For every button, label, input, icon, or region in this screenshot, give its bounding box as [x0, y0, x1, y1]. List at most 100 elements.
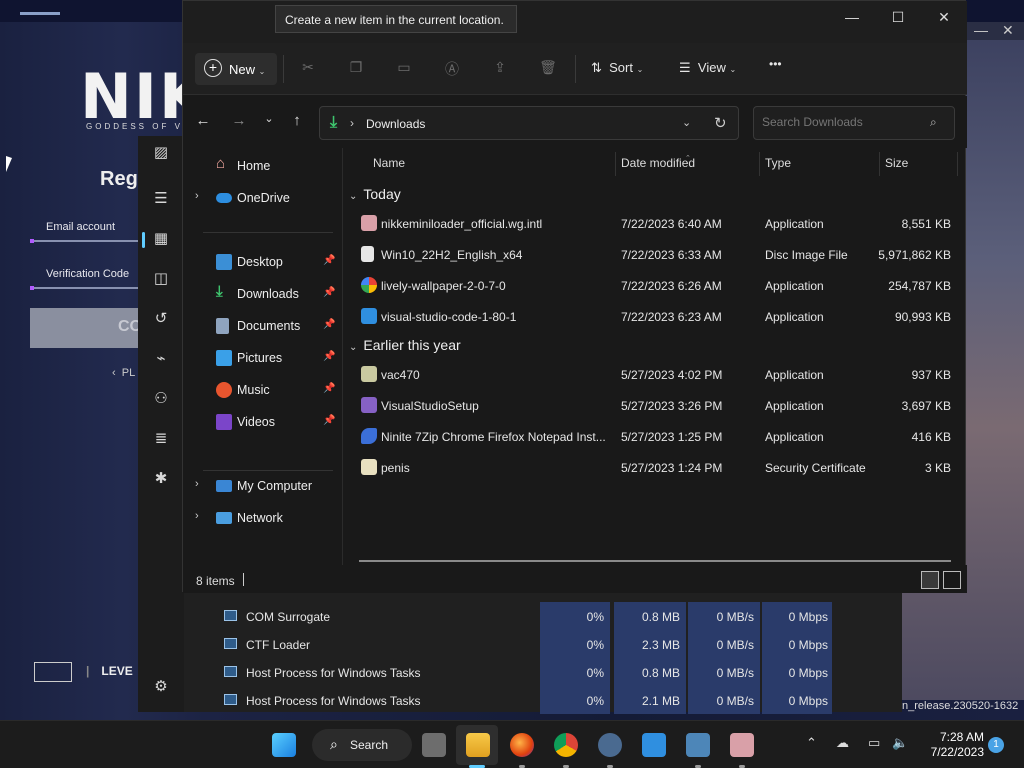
- game-continue-button[interactable]: CO: [30, 308, 142, 348]
- image-icon[interactable]: ▨: [152, 144, 170, 162]
- address-dropdown-icon[interactable]: ⌄: [682, 116, 691, 129]
- pin-icon[interactable]: 📌: [323, 383, 335, 394]
- new-button[interactable]: + New ⌄: [195, 53, 277, 85]
- group-header-today[interactable]: ⌄ Today: [349, 186, 401, 202]
- back-arrow-icon[interactable]: ←: [193, 112, 213, 132]
- nav-item-videos[interactable]: Videos 📌: [183, 408, 343, 436]
- nav-item-music[interactable]: Music 📌: [183, 376, 343, 404]
- volume-icon[interactable]: 🔈: [892, 735, 908, 751]
- column-header-name[interactable]: Name: [373, 156, 405, 170]
- table-row[interactable]: Host Process for Windows Tasks 0% 0.8 MB…: [184, 658, 902, 686]
- users-icon[interactable]: ⚇: [152, 390, 170, 408]
- nav-item-documents[interactable]: Documents 📌: [183, 312, 343, 340]
- pin-icon[interactable]: 📌: [323, 319, 335, 330]
- copy-icon[interactable]: ❐: [347, 59, 365, 77]
- taskbar-search-button[interactable]: ⌕ Search: [312, 729, 412, 761]
- table-row[interactable]: Host Process for Windows Tasks 0% 2.1 MB…: [184, 686, 902, 714]
- system-clock[interactable]: 7:28 AM 7/22/2023: [924, 730, 984, 760]
- show-hidden-icons-chevron-icon[interactable]: ⌃: [806, 735, 817, 751]
- app-history-icon[interactable]: ↺: [152, 310, 170, 328]
- settings-gear-icon[interactable]: [598, 733, 622, 757]
- notification-badge[interactable]: 1: [988, 737, 1004, 753]
- network-status-icon[interactable]: ▭: [868, 735, 880, 751]
- horizontal-scrollbar[interactable]: [359, 560, 951, 562]
- rename-icon[interactable]: Ⓐ: [443, 59, 461, 77]
- expand-chevron-icon[interactable]: ›: [195, 510, 199, 522]
- breadcrumb[interactable]: Downloads: [366, 117, 425, 131]
- file-explorer-icon[interactable]: [466, 733, 490, 757]
- start-windows-icon[interactable]: [272, 733, 296, 757]
- cloud-sync-icon[interactable]: ☁: [836, 735, 849, 751]
- more-options-icon[interactable]: •••: [769, 57, 782, 71]
- nav-item-desktop[interactable]: Desktop 📌: [183, 248, 343, 276]
- settings-gear-icon[interactable]: ⚙: [152, 678, 170, 696]
- delete-icon[interactable]: 🗑: [539, 59, 557, 77]
- pin-icon[interactable]: 📌: [323, 351, 335, 362]
- group-header-earlier-this-year[interactable]: ⌄ Earlier this year: [349, 337, 461, 353]
- column-divider[interactable]: [957, 152, 958, 176]
- file-row[interactable]: vac470 5/27/2023 4:02 PM Application 937…: [355, 360, 959, 388]
- refresh-icon[interactable]: ↻: [714, 114, 727, 132]
- file-row[interactable]: lively-wallpaper-2-0-7-0 7/22/2023 6:26 …: [355, 271, 959, 299]
- pin-icon[interactable]: 📌: [323, 287, 335, 298]
- verification-code-input[interactable]: [30, 286, 140, 290]
- pin-icon[interactable]: 📌: [323, 415, 335, 426]
- table-row[interactable]: CTF Loader 0% 2.3 MB 0 MB/s 0 Mbps: [184, 630, 902, 658]
- file-row[interactable]: penis 5/27/2023 1:24 PM Security Certifi…: [355, 453, 959, 481]
- nav-item-my-computer[interactable]: › My Computer: [183, 472, 343, 500]
- pin-icon[interactable]: 📌: [323, 255, 335, 266]
- expand-chevron-icon[interactable]: ›: [195, 478, 199, 490]
- search-icon[interactable]: ⌕: [930, 115, 937, 130]
- address-bar[interactable]: ⤓ › Downloads ⌄ ↻: [319, 106, 739, 140]
- column-header-date[interactable]: Date modified: [621, 156, 695, 170]
- column-divider[interactable]: [615, 152, 616, 176]
- file-row[interactable]: nikkeminiloader_official.wg.intl 7/22/20…: [355, 209, 959, 237]
- nikke-app-icon[interactable]: [730, 733, 754, 757]
- share-icon[interactable]: ⇪: [491, 59, 509, 77]
- details-view-icon[interactable]: [921, 571, 939, 589]
- sort-button[interactable]: ⇅ Sort ⌄: [591, 60, 643, 76]
- search-input[interactable]: [762, 115, 922, 129]
- game-back-link[interactable]: ‹ PL: [112, 367, 135, 379]
- column-header-type[interactable]: Type: [765, 156, 791, 170]
- nav-item-onedrive[interactable]: › OneDrive: [183, 184, 343, 212]
- game-minimize-icon[interactable]: —: [974, 22, 988, 38]
- close-icon[interactable]: ✕: [929, 9, 959, 29]
- file-row[interactable]: visual-studio-code-1-80-1 7/22/2023 6:23…: [355, 302, 959, 330]
- details-icon[interactable]: ≣: [152, 430, 170, 448]
- processes-icon[interactable]: ▦: [152, 230, 170, 248]
- large-icons-view-icon[interactable]: [943, 571, 961, 589]
- services-icon[interactable]: ✱: [152, 470, 170, 488]
- hamburger-menu-icon[interactable]: ☰: [152, 190, 170, 208]
- firefox-icon[interactable]: [510, 733, 534, 757]
- game-close-icon[interactable]: ✕: [1002, 22, 1014, 39]
- paste-icon[interactable]: ▭: [395, 59, 413, 77]
- task-manager-icon[interactable]: [686, 733, 710, 757]
- file-row[interactable]: Ninite 7Zip Chrome Firefox Notepad Inst.…: [355, 422, 959, 450]
- nav-item-downloads[interactable]: ⤓ Downloads 📌: [183, 280, 343, 308]
- vscode-icon[interactable]: [642, 733, 666, 757]
- chrome-icon[interactable]: [554, 733, 578, 757]
- startup-apps-icon[interactable]: ⌁: [152, 350, 170, 368]
- column-header-size[interactable]: Size: [885, 156, 908, 170]
- task-view-icon[interactable]: [422, 733, 446, 757]
- nav-item-network[interactable]: › Network: [183, 504, 343, 532]
- view-button[interactable]: ☰ View ⌄: [679, 60, 736, 76]
- column-divider[interactable]: [879, 152, 880, 176]
- nav-item-home[interactable]: ⌂ Home: [183, 152, 343, 180]
- file-row[interactable]: Win10_22H2_English_x64 7/22/2023 6:33 AM…: [355, 240, 959, 268]
- recent-locations-chevron-icon[interactable]: ⌄: [259, 112, 279, 132]
- maximize-icon[interactable]: ☐: [883, 9, 913, 29]
- file-row[interactable]: VisualStudioSetup 5/27/2023 3:26 PM Appl…: [355, 391, 959, 419]
- search-box[interactable]: ⌕: [753, 106, 955, 140]
- nav-item-pictures[interactable]: Pictures 📌: [183, 344, 343, 372]
- up-arrow-icon[interactable]: ↑: [287, 112, 307, 132]
- table-row[interactable]: COM Surrogate 0% 0.8 MB 0 MB/s 0 Mbps: [184, 602, 902, 630]
- performance-icon[interactable]: ◫: [152, 270, 170, 288]
- minimize-icon[interactable]: —: [837, 9, 867, 29]
- expand-chevron-icon[interactable]: ›: [195, 190, 199, 202]
- forward-arrow-icon[interactable]: →: [229, 112, 249, 132]
- column-divider[interactable]: [759, 152, 760, 176]
- cut-icon[interactable]: ✂: [299, 59, 317, 77]
- email-account-input[interactable]: [30, 239, 140, 243]
